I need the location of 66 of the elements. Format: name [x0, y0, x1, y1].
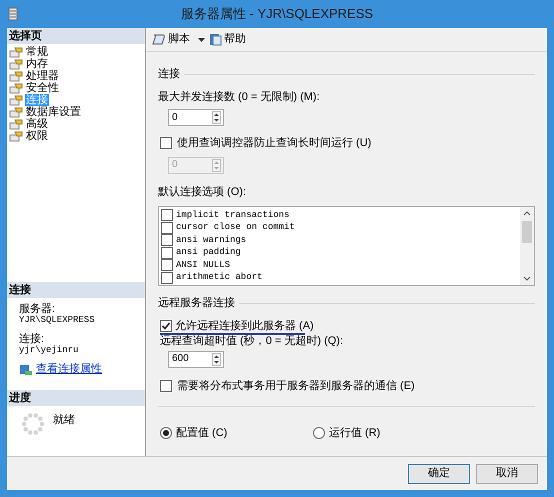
- help-icon: [209, 33, 222, 46]
- window-title: 服务器属性 - YJR\SQLEXPRESS: [180, 5, 374, 24]
- checkbox[interactable]: [160, 380, 172, 392]
- radio-button[interactable]: [160, 427, 172, 440]
- max-connections-label: 最大并发连接数 (0 = 无限制) (M):: [158, 90, 321, 104]
- caret-icon[interactable]: [198, 38, 205, 42]
- spinner-arrows-icon: [212, 111, 221, 124]
- section-title: 远程服务器连接: [158, 296, 235, 311]
- progress-status: 就绪: [53, 413, 75, 428]
- page-icon: [9, 82, 23, 94]
- option-label: ansi warnings: [176, 236, 246, 245]
- pane-header: 连接: [7, 282, 145, 298]
- checkbox[interactable]: [161, 272, 173, 284]
- checkbox[interactable]: [160, 137, 172, 150]
- checkbox[interactable]: [161, 234, 173, 246]
- sidebar-item[interactable]: 权限: [25, 130, 49, 142]
- sidebar-item[interactable]: 处理器: [25, 70, 60, 82]
- help-button[interactable]: 帮助: [224, 31, 246, 48]
- option-label: arithmetic abort: [176, 273, 262, 282]
- spinner-icon: [21, 412, 45, 436]
- page-icon: [9, 106, 23, 118]
- checkbox[interactable]: [160, 320, 172, 332]
- server-label: 服务器:: [19, 303, 56, 315]
- remote-timeout-label: 远程查询超时值 (秒，0 = 无超时) (Q):: [159, 334, 344, 348]
- ok-button[interactable]: 确定: [408, 464, 470, 484]
- governor-label: 使用查询调控器防止查询长时间运行 (U): [177, 136, 372, 151]
- sidebar-item[interactable]: 常规: [25, 46, 49, 58]
- distributed-transactions-label: 需要将分布式事务用于服务器到服务器的通信 (E): [177, 378, 415, 394]
- radio-button[interactable]: [313, 427, 325, 440]
- number-spinner[interactable]: 0: [168, 109, 224, 126]
- sidebar-item[interactable]: 内存: [25, 58, 49, 70]
- number-spinner[interactable]: 600: [168, 350, 224, 368]
- pane-header: 选择页: [7, 28, 145, 44]
- page-icon: [9, 118, 23, 130]
- sidebar-item[interactable]: 安全性: [25, 82, 60, 94]
- allow-remote-label: 允许远程连接到此服务器 (A): [175, 320, 314, 332]
- radio-label: 配置值 (C): [176, 426, 228, 441]
- app-icon: [8, 7, 18, 21]
- pane-header: 进度: [7, 390, 145, 406]
- option-label: ANSI NULLS: [176, 260, 230, 270]
- scrollbar[interactable]: [520, 207, 534, 285]
- page-icon: [9, 46, 23, 58]
- view-connection-properties-link[interactable]: 查看连接属性: [36, 361, 102, 378]
- checkbox[interactable]: [161, 246, 173, 259]
- checkbox[interactable]: [161, 259, 173, 272]
- spinner-arrows-icon: [212, 352, 221, 366]
- option-label: ansi padding: [176, 248, 241, 258]
- radio-label: 运行值 (R): [329, 426, 380, 441]
- page-icon: [9, 94, 23, 106]
- page-icon: [9, 58, 23, 70]
- script-button[interactable]: 脚本: [168, 31, 190, 48]
- sidebar-item[interactable]: 高级: [25, 118, 49, 130]
- checkbox[interactable]: [161, 209, 173, 222]
- option-label: implicit transactions: [176, 210, 290, 220]
- connection-label: 连接:: [19, 333, 46, 345]
- page-icon: [9, 70, 23, 82]
- connection-user: yjr\yejinru: [19, 345, 80, 355]
- section-title: 连接: [158, 66, 180, 82]
- sidebar-item[interactable]: 数据库设置: [25, 106, 82, 118]
- cancel-button[interactable]: 取消: [476, 464, 538, 484]
- default-options-label: 默认连接选项 (O):: [158, 184, 247, 200]
- option-label: cursor close on commit: [176, 223, 295, 232]
- checkbox[interactable]: [161, 222, 173, 234]
- spinner-arrows-icon: [212, 158, 221, 172]
- server-name: YJR\SQLEXPRESS: [19, 315, 96, 325]
- page-icon: [9, 130, 23, 142]
